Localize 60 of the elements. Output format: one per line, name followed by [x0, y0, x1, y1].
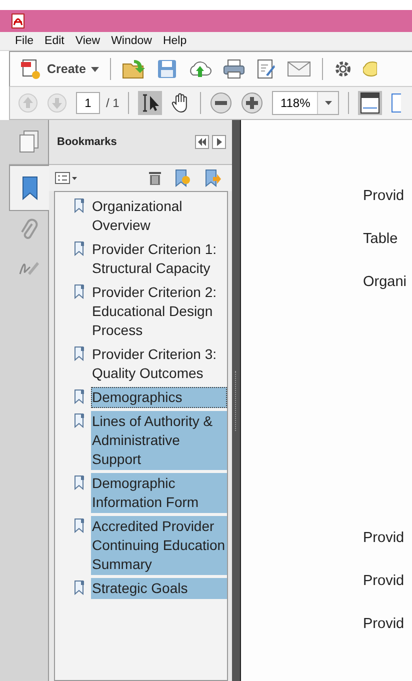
new-bookmark-icon[interactable] — [174, 169, 192, 187]
bookmark-icon — [74, 475, 85, 490]
menu-item[interactable]: View — [75, 35, 100, 47]
bookmark-item[interactable]: Provider Criterion 1: Structural Capacity — [91, 239, 227, 279]
folder-icon[interactable] — [122, 58, 146, 80]
document-text: Table — [363, 230, 399, 249]
bookmark-icon — [74, 580, 85, 595]
bookmark-arrow-icon[interactable] — [204, 169, 222, 187]
bookmark-item[interactable]: Demographic Information Form — [91, 473, 227, 513]
bookmark-item[interactable]: Accredited Provider Continuing Education Summary — [91, 516, 227, 575]
bookmark-icon — [74, 198, 85, 213]
paperclip-icon — [20, 218, 38, 242]
zoom-dropdown[interactable]: 118% — [272, 91, 340, 115]
bookmark-item[interactable]: Lines of Authority & Administrative Support — [91, 411, 227, 470]
bookmark-item[interactable]: Demographics — [91, 387, 227, 408]
bookmark-item[interactable]: Provider Criterion 3: Quality Outcomes — [91, 344, 227, 384]
bookmark-icon — [74, 413, 85, 428]
bookmark-icon — [74, 518, 85, 533]
fit-page-icon[interactable] — [391, 92, 402, 114]
document-text: Provid — [363, 615, 406, 634]
document-text: Provid — [363, 529, 406, 548]
pages-icon — [18, 130, 40, 154]
select-tool-icon[interactable] — [138, 91, 162, 115]
document-text: Provid — [363, 572, 406, 591]
document-text: Provid — [363, 187, 406, 206]
save-icon[interactable] — [156, 59, 177, 79]
page-total: / 1 — [106, 96, 120, 110]
bookmark-item[interactable]: Strategic Goals — [91, 578, 227, 599]
bookmark-icon — [74, 346, 85, 361]
expand-icon[interactable] — [212, 135, 226, 149]
bookmark-icon — [74, 284, 85, 299]
options-menu-icon[interactable] — [55, 172, 77, 184]
settings-icon[interactable] — [334, 60, 352, 78]
fit-width-icon[interactable] — [358, 91, 382, 115]
bookmarks-tab[interactable] — [9, 165, 49, 211]
pdf-icon — [11, 13, 25, 29]
create-pdf-icon — [20, 58, 42, 80]
bookmark-icon — [20, 175, 38, 201]
menu-item[interactable]: Edit — [44, 35, 64, 47]
zoom-out-icon[interactable] — [210, 92, 232, 114]
caret-icon — [324, 101, 332, 105]
menu-item[interactable]: Help — [162, 35, 187, 47]
edit-document-icon[interactable] — [256, 59, 276, 79]
bookmark-item[interactable]: Provider Criterion 2: Educational Design Process — [91, 282, 227, 341]
bookmark-item[interactable]: Organizational Overview — [91, 196, 227, 236]
page-number-field[interactable]: 1 — [76, 92, 100, 114]
print-icon[interactable] — [222, 59, 245, 79]
create-button[interactable]: Create — [20, 58, 99, 80]
envelope-icon[interactable] — [286, 60, 311, 78]
caret-icon — [90, 66, 99, 72]
menu-item[interactable]: File — [15, 35, 34, 47]
zoom-in-icon[interactable] — [241, 92, 264, 114]
bookmark-icon — [74, 389, 85, 404]
collapse-icon[interactable] — [195, 135, 209, 149]
bookmark-icon — [74, 241, 85, 256]
menu-item[interactable]: Window — [111, 35, 152, 47]
cloud-upload-icon[interactable] — [188, 59, 212, 79]
panel-title: Bookmarks — [57, 136, 118, 148]
document-text: Organi — [363, 273, 408, 292]
trash-icon[interactable] — [148, 170, 162, 186]
